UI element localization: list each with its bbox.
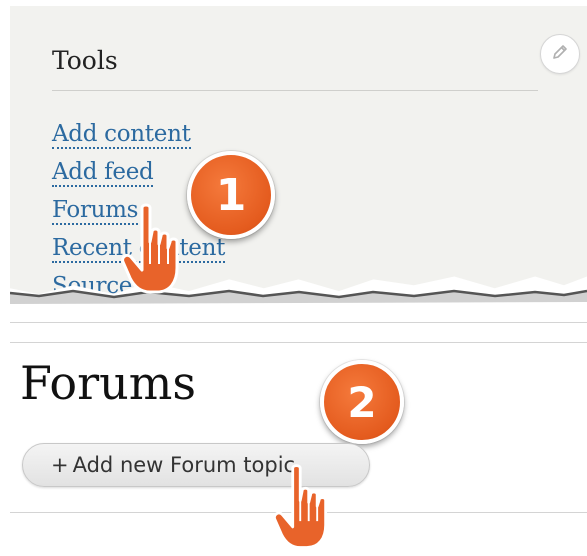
hand-pointer-icon: [121, 203, 179, 294]
step-2-badge: 2: [320, 360, 404, 444]
add-content-link[interactable]: Add content: [52, 121, 191, 149]
tools-menu-item: Add content: [52, 121, 225, 159]
tools-block-title: Tools: [52, 46, 118, 75]
add-feed-link[interactable]: Add feed: [52, 159, 154, 187]
tools-block: Tools Add content Add feed Forums Recent…: [10, 6, 587, 295]
edit-block-button[interactable]: [540, 34, 580, 74]
hand-pointer-icon: [273, 464, 328, 549]
tools-block-divider: [52, 90, 538, 91]
section-divider: [10, 322, 587, 323]
plus-icon: +: [51, 453, 69, 477]
page-title: Forums: [20, 356, 196, 410]
pencil-icon: [550, 42, 570, 66]
add-forum-topic-label: Add new Forum topic: [72, 453, 296, 477]
step-1-badge: 1: [187, 151, 275, 239]
section-divider: [10, 342, 587, 343]
